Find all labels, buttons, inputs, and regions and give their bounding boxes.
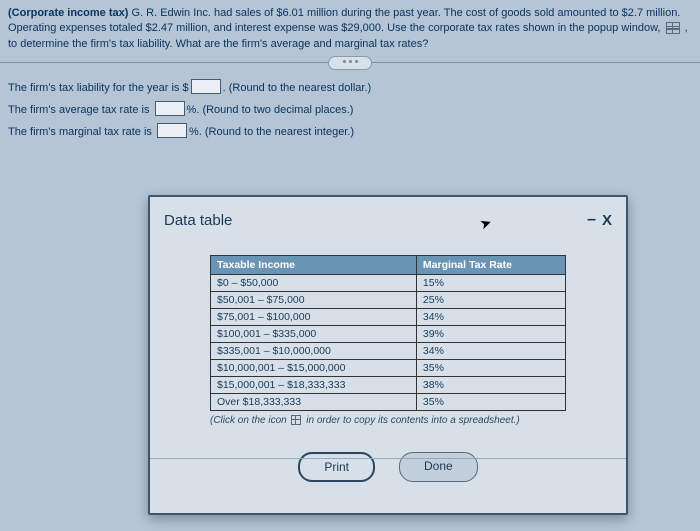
- popup-table-icon[interactable]: [666, 22, 680, 34]
- dialog-separator: [150, 458, 626, 459]
- dialog-title: Data table: [164, 212, 232, 229]
- line3-pre: The firm's marginal tax rate is: [8, 126, 155, 138]
- table-row: $335,001 – $10,000,00034%: [211, 343, 566, 360]
- copy-icon[interactable]: [291, 415, 301, 425]
- cursor-icon: ➤: [477, 214, 494, 234]
- line2-post: %. (Round to two decimal places.): [187, 104, 354, 116]
- done-button[interactable]: Done: [399, 452, 478, 482]
- table-row: $100,001 – $335,00039%: [211, 326, 566, 343]
- table-row: $50,001 – $75,00025%: [211, 292, 566, 309]
- answer-section: The firm's tax liability for the year is…: [0, 63, 700, 153]
- divider-handle[interactable]: [328, 56, 372, 70]
- table-row: $10,000,001 – $15,000,00035%: [211, 360, 566, 377]
- data-table-dialog: Data table – X ➤ Taxable Income Marginal…: [148, 195, 628, 515]
- minimize-icon[interactable]: –: [587, 211, 596, 229]
- line1-post: . (Round to the nearest dollar.): [223, 82, 372, 94]
- section-divider: [0, 62, 700, 63]
- close-icon[interactable]: X: [602, 212, 612, 229]
- header-taxable-income: Taxable Income: [211, 256, 417, 275]
- table-caption: (Click on the icon in order to copy its …: [210, 415, 566, 426]
- table-row: $75,001 – $100,00034%: [211, 309, 566, 326]
- table-row: $0 – $50,00015%: [211, 275, 566, 292]
- line1-pre: The firm's tax liability for the year is…: [8, 82, 189, 94]
- avg-rate-input[interactable]: [155, 101, 185, 116]
- marginal-rate-input[interactable]: [157, 123, 187, 138]
- problem-statement: (Corporate income tax) G. R. Edwin Inc. …: [0, 0, 700, 62]
- line3-post: %. (Round to the nearest integer.): [189, 126, 354, 138]
- problem-title: (Corporate income tax): [8, 7, 128, 19]
- tax-table: Taxable Income Marginal Tax Rate $0 – $5…: [210, 255, 566, 411]
- table-row: $15,000,001 – $18,333,33338%: [211, 377, 566, 394]
- header-marginal-rate: Marginal Tax Rate: [416, 256, 565, 275]
- tax-liability-input[interactable]: [191, 79, 221, 94]
- print-button[interactable]: Print: [298, 452, 375, 482]
- table-row: Over $18,333,33335%: [211, 394, 566, 411]
- line2-pre: The firm's average tax rate is: [8, 104, 153, 116]
